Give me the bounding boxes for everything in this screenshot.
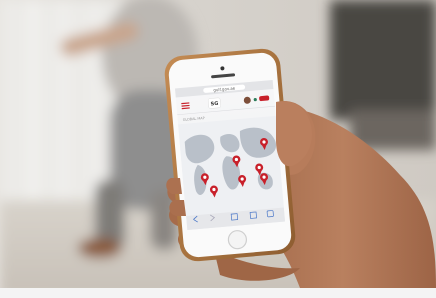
finger	[169, 200, 186, 216]
world-map[interactable]	[178, 115, 284, 217]
menu-icon[interactable]	[181, 102, 190, 110]
phone-screen: gulf.gov.ae SG GLOBAL MAP	[174, 79, 286, 231]
phone: gulf.gov.ae SG GLOBAL MAP	[164, 48, 296, 262]
bottom-strip	[0, 288, 436, 298]
notification-badge[interactable]	[259, 95, 270, 102]
photo-scene: gulf.gov.ae SG GLOBAL MAP	[0, 0, 436, 298]
app-logo-text: SG	[210, 101, 218, 108]
